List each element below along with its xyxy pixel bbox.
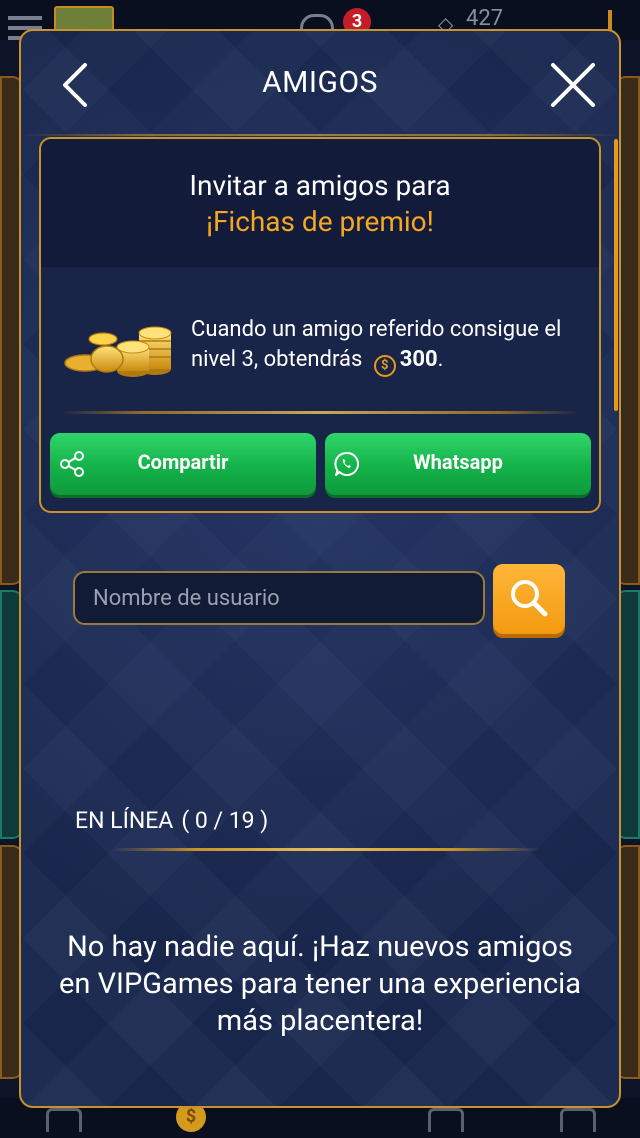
search-button[interactable] [493,564,565,634]
username-search-input[interactable] [73,571,485,625]
reward-amount: 300 [399,347,438,372]
search-icon [511,580,548,617]
whatsapp-button-label: Whatsapp [413,450,503,474]
scrollbar[interactable] [614,139,618,411]
close-button[interactable] [547,59,599,111]
invite-subtitle: ¡Fichas de premio! [206,205,434,238]
online-section-label: EN LÍNEA ( 0 / 19 ) [75,807,268,834]
empty-state-message: No hay nadie aquí. ¡Haz nuevos amigos en… [59,930,581,1038]
invite-header: Invitar a amigos para ¡Fichas de premio! [41,139,599,267]
friends-modal: AMIGOS Invitar a amigos para ¡Fichas de … [19,29,621,1108]
settings-icon[interactable] [46,1108,82,1132]
invite-title: Invitar a amigos para [189,169,451,202]
modal-header: AMIGOS [21,31,619,136]
reward-description: Cuando un amigo referido consigue el niv… [191,315,591,377]
header-divider [21,134,619,136]
coin-icon: $ [373,355,396,377]
reward-suffix: . [437,347,444,372]
close-icon [551,63,595,107]
gold-coins-icon [64,326,172,377]
share-button-label: Compartir [137,450,229,474]
online-divider [111,848,541,851]
table-icon[interactable] [428,1108,464,1132]
invite-divider [61,411,579,414]
chat-icon[interactable] [560,1108,596,1132]
gems-count: 427 [466,6,504,31]
online-label: EN LÍNEA [75,807,174,834]
online-count: ( 0 / 19 ) [181,807,269,834]
share-button[interactable]: Compartir [50,433,316,495]
whatsapp-button[interactable]: Whatsapp [325,433,591,495]
modal-title: AMIGOS [262,65,378,100]
invite-panel: Invitar a amigos para ¡Fichas de premio! [39,137,601,513]
